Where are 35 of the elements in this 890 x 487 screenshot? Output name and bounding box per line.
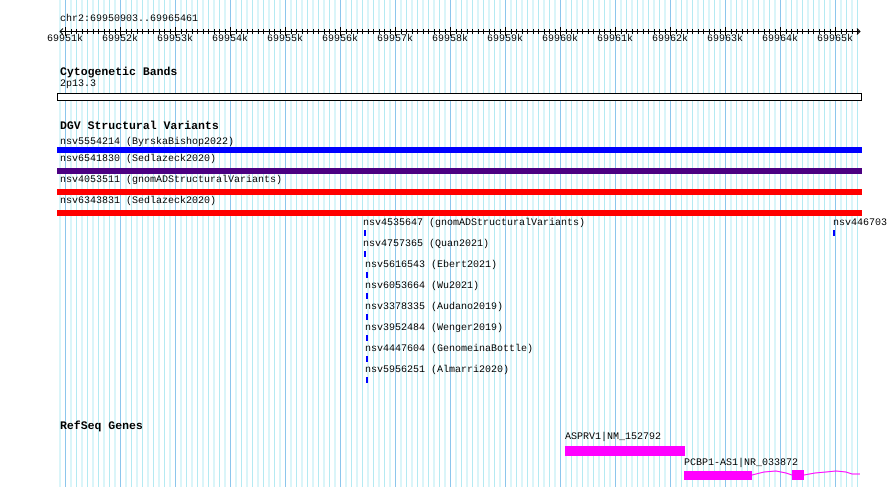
variant-label: nsv4447604 (GenomeinaBottle) [365,344,534,356]
tick-label: 69956k [322,34,358,46]
variant-label: nsv4757365 (Quan2021) [363,239,490,251]
track-title: RefSeq Genes [60,420,143,433]
band-label: 2p13.3 [60,79,96,91]
tick-label: 69957k [377,34,413,46]
tick-label: 69958k [432,34,468,46]
variant-label: nsv4053511 (gnomADStructuralVariants) [60,175,282,187]
variant-label: nsv5616543 (Ebert2021) [365,260,498,272]
tick-label: 69964k [762,34,798,46]
gene-label: PCBP1-AS1|NR_033872 [684,458,798,470]
tick-label: 69952k [102,34,138,46]
variant-label: nsv446703 [833,218,888,230]
gene-label: ASPRV1|NM_152792 [565,432,662,444]
variant-label: nsv6053664 (Wu2021) [365,281,480,293]
variant-label: nsv4535647 (gnomADStructuralVariants) [363,218,586,230]
tick-label: 69963k [707,34,743,46]
tick-label: 69962k [652,34,688,46]
variant-label: nsv5554214 (ByrskaBishop2022) [60,137,234,149]
tick-label: 69951k [47,34,83,46]
tick-label: 69955k [267,34,303,46]
variant-label: nsv6541830 (Sedlazeck2020) [60,154,216,166]
variant-label: nsv6343831 (Sedlazeck2020) [60,196,216,208]
tick-label: 69965k [817,34,853,46]
variant-label: nsv5956251 (Almarri2020) [365,365,510,377]
variant-label: nsv3378335 (Audano2019) [365,302,504,314]
tick-label: 69959k [487,34,523,46]
tick-label: 69960k [542,34,578,46]
tick-label: 69961k [597,34,633,46]
tick-label: 69954k [212,34,248,46]
track-title: Cytogenetic Bands [60,66,178,79]
region-label: chr2:69950903..69965461 [60,14,198,26]
track-title: DGV Structural Variants [60,120,219,133]
variant-label: nsv3952484 (Wenger2019) [365,323,504,335]
tick-label: 69953k [157,34,193,46]
